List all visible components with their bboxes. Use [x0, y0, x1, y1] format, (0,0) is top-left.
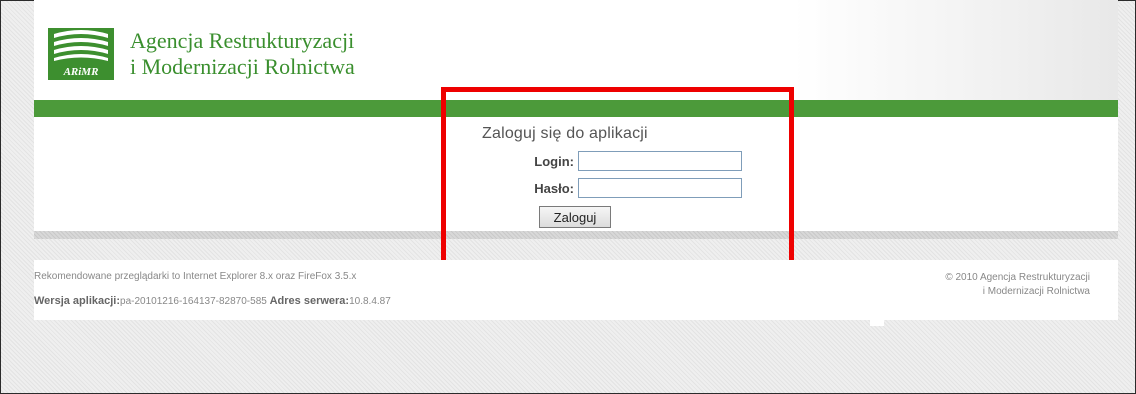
copyright-line2: i Modernizacji Rolnictwa	[982, 286, 1090, 297]
copyright: © 2010 Agencja Restrukturyzacji i Modern…	[870, 271, 1090, 299]
browser-recommendation: Rekomendowane przeglądarki to Internet E…	[34, 271, 357, 282]
version-value: pa-20101216-164137-82870-585	[120, 296, 267, 307]
organization-name-line2: i Modernizacji Rolnictwa	[130, 54, 355, 79]
organization-name-line1: Agencja Restrukturyzacji	[130, 28, 355, 53]
server-label: Adres serwera:	[269, 295, 350, 307]
footer-tab	[870, 320, 884, 326]
logo-mark-text: ARiMR	[63, 66, 99, 78]
copyright-line1: © 2010 Agencja Restrukturyzacji	[945, 272, 1090, 283]
red-highlight-box	[441, 87, 794, 269]
arimr-logo-icon: ARiMR	[48, 28, 114, 80]
version-label: Wersja aplikacji:	[34, 295, 121, 307]
organization-name: Agencja Restrukturyzacji i Modernizacji …	[130, 28, 355, 80]
version-info: Wersja aplikacji:pa-20101216-164137-8287…	[34, 295, 391, 307]
server-value: 10.8.4.87	[349, 296, 391, 307]
